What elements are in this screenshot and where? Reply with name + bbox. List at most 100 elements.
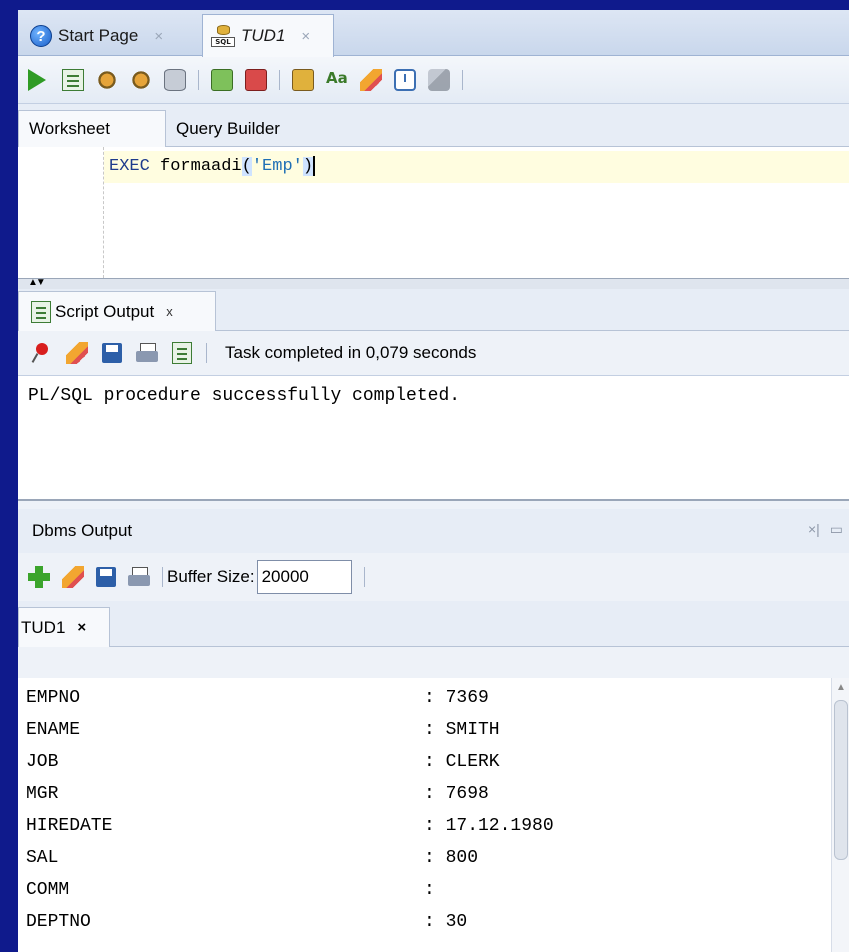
autotrace-icon[interactable]	[96, 68, 118, 91]
output-row-value: :	[424, 880, 435, 900]
format-icon[interactable]: Aa	[326, 69, 348, 91]
task-status-text: Task completed in 0,079 seconds	[225, 343, 477, 362]
enable-dbms-output-icon[interactable]	[28, 566, 50, 588]
output-row: EMPNO : 7369	[26, 682, 849, 714]
print-icon[interactable]	[136, 343, 158, 363]
dbms-output-title: Dbms Output	[32, 521, 133, 540]
explain-plan-icon[interactable]	[130, 68, 152, 91]
vertical-scrollbar[interactable]: ▲	[831, 678, 849, 952]
code-keyword: EXEC	[109, 157, 150, 176]
document-icon[interactable]	[172, 342, 192, 364]
script-output-tab-label: Script Output	[55, 301, 155, 321]
output-row: HIREDATE : 17.12.1980	[26, 810, 849, 842]
line-gutter	[18, 147, 104, 278]
output-row: SAL : 800	[26, 842, 849, 874]
code-string-argument: 'Emp'	[251, 157, 303, 176]
output-row: JOB : CLERK	[26, 746, 849, 778]
script-output-header: Script Output x	[18, 289, 849, 331]
close-icon[interactable]: ×	[77, 619, 86, 636]
output-row: ENAME : SMITH	[26, 714, 849, 746]
output-row-key: MGR	[26, 784, 59, 804]
output-row-value: : 800	[424, 848, 479, 868]
save-icon[interactable]	[102, 343, 122, 363]
code-open-paren: (	[241, 157, 252, 176]
dbms-output-body: EMPNO : 7369 ENAME : SMITH JOB : CLERK MGR : 76…	[18, 678, 849, 952]
script-output-icon	[31, 300, 51, 323]
tab-tud1-label: TUD1	[241, 26, 286, 45]
unshared-worksheet-icon[interactable]	[394, 68, 416, 91]
tab-worksheet[interactable]: Worksheet	[18, 110, 166, 147]
output-row-key: EMPNO	[26, 688, 81, 708]
buffer-size-input[interactable]	[256, 560, 352, 594]
rollback-icon[interactable]	[245, 68, 267, 91]
script-output-toolbar: Task completed in 0,079 seconds	[18, 331, 849, 376]
dbms-connection-tab-bar: TUD1 ×	[18, 601, 849, 647]
tab-start-page-label: Start Page	[58, 26, 139, 45]
clear-icon[interactable]	[360, 68, 382, 91]
toolbar-separator	[363, 567, 365, 587]
tab-start-page[interactable]: ? Start Page ×	[22, 16, 200, 56]
output-row-key: SAL	[26, 848, 59, 868]
help-icon: ?	[30, 25, 52, 47]
toolbar-separator	[198, 69, 199, 90]
tab-connection-tud1[interactable]: TUD1 ×	[18, 607, 110, 647]
output-row-value: : 30	[424, 912, 468, 932]
output-row: DEPTNO : 30	[26, 906, 849, 938]
panel-controls: ×| ▭	[808, 521, 843, 538]
output-row-value: : 7698	[424, 784, 489, 804]
panel-splitter[interactable]: ▲▼	[18, 277, 849, 289]
minimize-icon[interactable]: ▭	[830, 521, 843, 538]
print-icon[interactable]	[128, 567, 150, 587]
script-output-text: PL/SQL procedure successfully completed.	[18, 376, 849, 501]
output-row-key: ENAME	[26, 720, 81, 740]
close-icon[interactable]: x	[166, 304, 173, 319]
buffer-size-label: Buffer Size:	[167, 567, 255, 586]
worksheet-tab-bar: Worksheet Query Builder	[18, 104, 849, 147]
sql-worksheet-icon: SQL	[211, 25, 235, 47]
output-row: COMM:	[26, 874, 849, 906]
sql-history-icon[interactable]	[292, 68, 314, 91]
clear-icon[interactable]	[62, 566, 84, 588]
output-row-key: COMM	[26, 880, 70, 900]
splitter-arrows-icon[interactable]: ▲▼	[28, 277, 46, 288]
code-close-paren: )	[302, 157, 314, 176]
dbms-output-rows: EMPNO : 7369 ENAME : SMITH JOB : CLERK MGR : 76…	[18, 678, 849, 938]
document-tab-bar: ? Start Page × SQL TUD1 ×	[18, 10, 849, 57]
toolbar-separator	[462, 69, 463, 90]
output-row-value: : CLERK	[424, 752, 500, 772]
pin-icon[interactable]	[32, 343, 52, 363]
toolbar-separator	[162, 567, 163, 587]
sql-tuning-icon[interactable]	[164, 68, 186, 91]
tuning-advisor-icon[interactable]	[428, 68, 450, 91]
sql-developer-window: ? Start Page × SQL TUD1 × Aa Worksheet Q…	[18, 10, 849, 952]
sql-editor[interactable]: EXEC formaadi('Emp')	[18, 147, 849, 279]
output-row-key: HIREDATE	[26, 816, 113, 836]
output-row-key: DEPTNO	[26, 912, 91, 932]
tab-query-builder[interactable]: Query Builder	[166, 110, 290, 147]
output-row-value: : 17.12.1980	[424, 816, 554, 836]
output-row-value: : 7369	[424, 688, 489, 708]
dbms-output-header: Dbms Output ×| ▭	[18, 509, 849, 553]
close-icon[interactable]: ×	[301, 28, 310, 45]
tab-tud1[interactable]: SQL TUD1 ×	[202, 14, 334, 57]
output-row-key: JOB	[26, 752, 59, 772]
toolbar-separator	[279, 69, 280, 90]
scroll-up-icon[interactable]: ▲	[836, 682, 846, 693]
save-icon[interactable]	[96, 567, 116, 587]
code-line[interactable]: EXEC formaadi('Emp')	[104, 151, 849, 183]
close-icon[interactable]: ×|	[808, 521, 820, 538]
output-row-value: : SMITH	[424, 720, 500, 740]
connection-tab-label: TUD1	[21, 617, 66, 637]
commit-icon[interactable]	[211, 68, 233, 91]
output-row: MGR : 7698	[26, 778, 849, 810]
scrollbar-thumb[interactable]	[834, 700, 848, 860]
code-procedure-name: formaadi	[160, 157, 242, 176]
run-script-icon[interactable]	[62, 68, 84, 91]
close-icon[interactable]: ×	[154, 28, 163, 45]
toolbar-separator	[206, 343, 207, 363]
tab-script-output[interactable]: Script Output x	[18, 291, 216, 331]
worksheet-toolbar: Aa	[18, 56, 849, 104]
text-caret	[313, 155, 316, 176]
clear-icon[interactable]	[66, 342, 88, 364]
run-statement-icon[interactable]	[28, 68, 50, 91]
